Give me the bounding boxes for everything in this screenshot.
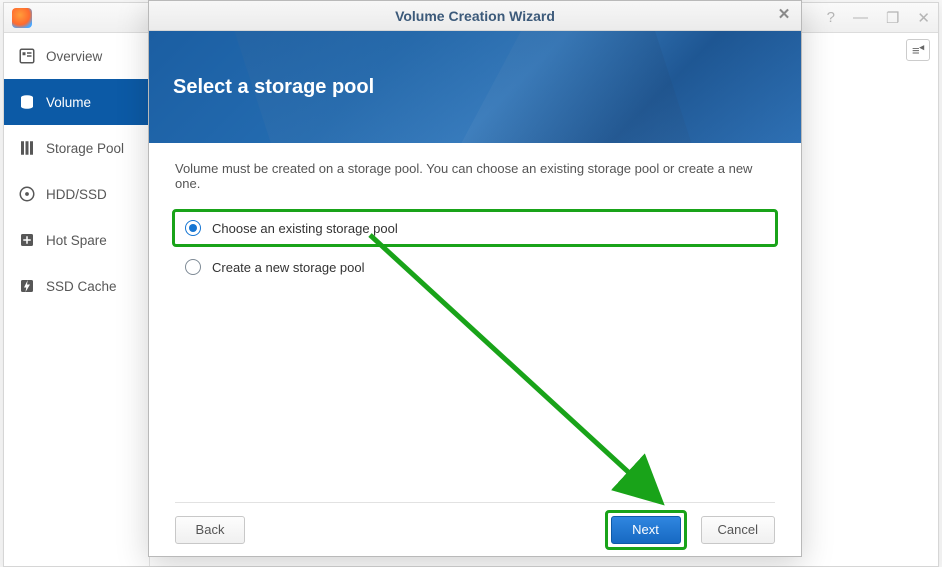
sidebar-item-hot-spare[interactable]: Hot Spare [4, 217, 149, 263]
sidebar-item-hdd-ssd[interactable]: HDD/SSD [4, 171, 149, 217]
sidebar-item-label: Volume [46, 95, 91, 110]
sidebar-item-volume[interactable]: Volume [4, 79, 149, 125]
sidebar-item-label: Hot Spare [46, 233, 107, 248]
wizard-close-icon[interactable]: ✕ [775, 6, 793, 24]
radio-icon[interactable] [185, 220, 201, 236]
panel-menu-icon[interactable]: ≡◂ [906, 39, 930, 61]
wizard-footer: Back Next Cancel [175, 502, 775, 556]
wizard-dialog: Volume Creation Wizard ✕ Select a storag… [148, 0, 802, 557]
radio-label: Choose an existing storage pool [212, 221, 398, 236]
volume-icon [18, 93, 36, 111]
storage-pool-icon [18, 139, 36, 157]
overview-icon [18, 47, 36, 65]
radio-label: Create a new storage pool [212, 260, 364, 275]
next-button[interactable]: Next [611, 516, 681, 544]
hdd-icon [18, 185, 36, 203]
sidebar-item-storage-pool[interactable]: Storage Pool [4, 125, 149, 171]
wizard-description: Volume must be created on a storage pool… [175, 161, 775, 191]
wizard-title: Volume Creation Wizard [395, 8, 555, 24]
sidebar-item-label: SSD Cache [46, 279, 117, 294]
sidebar: Overview Volume Storage Pool HDD/SSD Hot… [4, 33, 150, 566]
sidebar-item-label: Storage Pool [46, 141, 124, 156]
radio-option-new-pool[interactable]: Create a new storage pool [175, 251, 775, 283]
wizard-heading: Select a storage pool [173, 76, 374, 99]
next-button-highlight: Next [605, 510, 687, 550]
back-button[interactable]: Back [175, 516, 245, 544]
radio-option-existing-pool[interactable]: Choose an existing storage pool [172, 209, 778, 247]
sidebar-item-label: HDD/SSD [46, 187, 107, 202]
cancel-button[interactable]: Cancel [701, 516, 775, 544]
ssd-cache-icon [18, 277, 36, 295]
wizard-banner: Select a storage pool [149, 31, 801, 143]
sidebar-item-overview[interactable]: Overview [4, 33, 149, 79]
hot-spare-icon [18, 231, 36, 249]
sidebar-item-label: Overview [46, 49, 102, 64]
radio-icon[interactable] [185, 259, 201, 275]
wizard-content: Volume must be created on a storage pool… [149, 143, 801, 502]
sidebar-item-ssd-cache[interactable]: SSD Cache [4, 263, 149, 309]
wizard-title-bar: Volume Creation Wizard ✕ [149, 1, 801, 31]
